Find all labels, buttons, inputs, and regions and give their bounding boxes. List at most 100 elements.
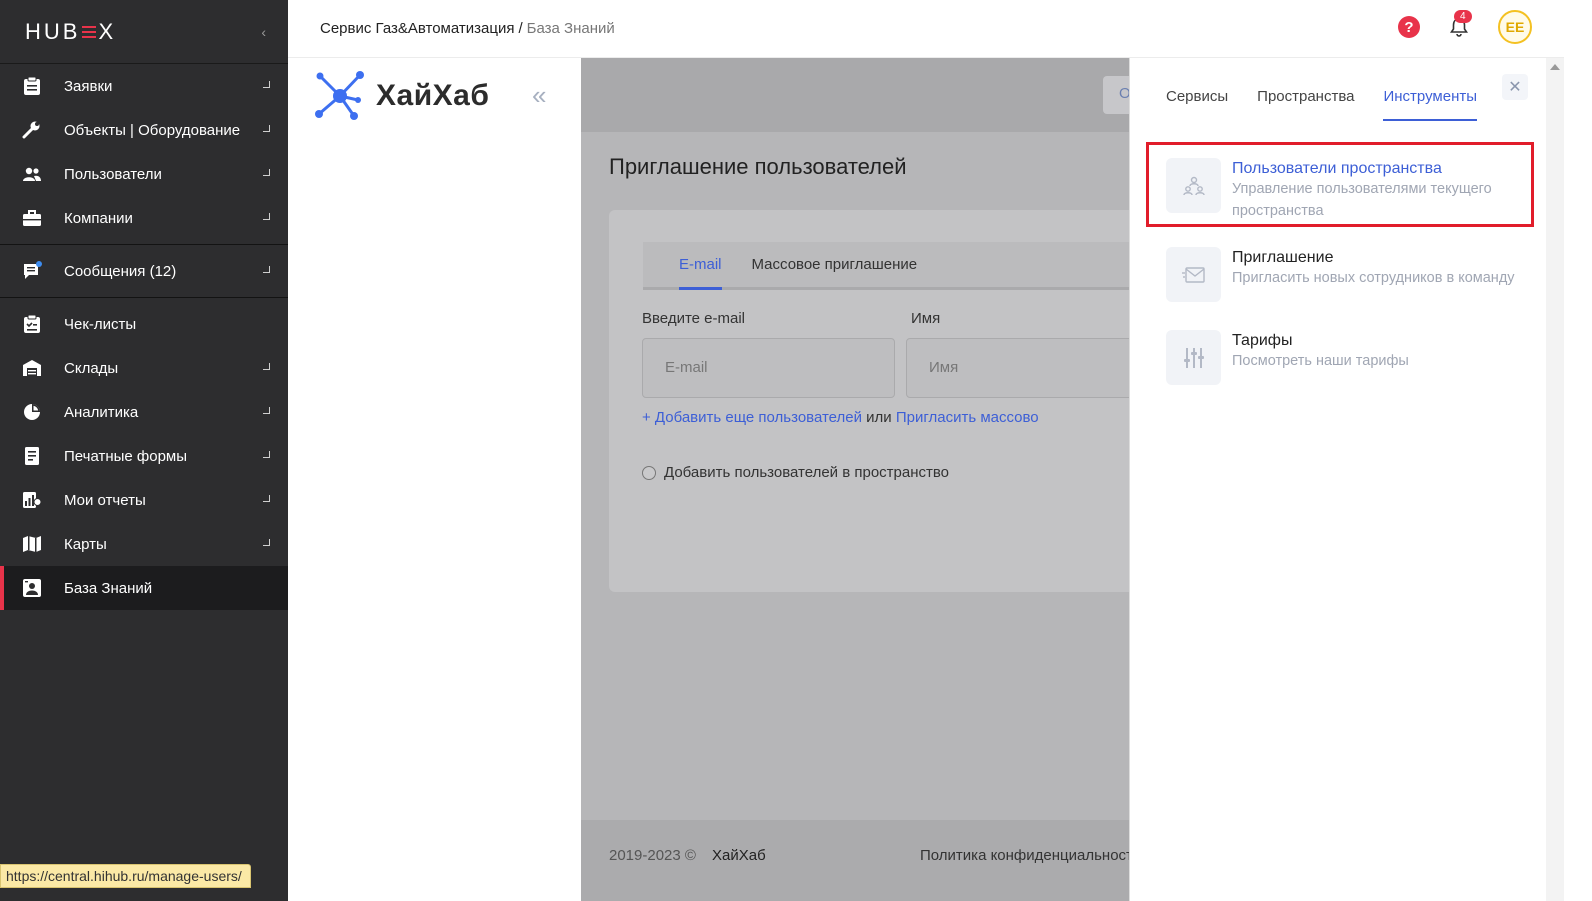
sidebar-item-label: Карты [64,535,107,553]
email-field[interactable]: E-mail [642,338,895,398]
sidebar-item-checklists[interactable]: Чек-листы [0,302,288,346]
double-chevron-left-icon[interactable]: « [532,80,546,111]
tool-name: Приглашение [1232,249,1334,266]
notification-badge: 4 [1454,10,1472,23]
sidebar-item-label: База Знаний [64,579,153,597]
sidebar-item-objects[interactable]: Объекты | Оборудование [0,108,288,152]
main-content: О Приглашение пользователей E-mail Массо… [581,58,1183,901]
breadcrumb-separator: / [518,20,523,37]
top-bar: Сервис Газ&Автоматизация / База Знаний ? 4… [288,0,1564,58]
checkbox-label: Добавить пользователей в пространство [664,464,950,481]
sidebar-item-label: Заявки [64,77,113,95]
breadcrumb: Сервис Газ&Автоматизация / База Знаний [320,20,615,37]
chevron-icon [263,266,270,273]
sidebar-item-label: Мои отчеты [64,491,146,509]
map-icon [22,534,42,554]
hihub-logo-icon [315,71,364,120]
clipboard-icon [22,76,42,96]
invite-links: + Добавить еще пользователей или Приглас… [642,409,1039,426]
drawer-tabs: Сервисы Пространства Инструменты [1166,88,1478,121]
hihub-logo-text: ХайХаб [376,79,490,112]
chevron-icon [263,81,270,88]
sidebar-item-label: Сообщения (12) [64,262,177,280]
tab-tools[interactable]: Инструменты [1383,88,1478,121]
warehouse-icon [22,358,42,378]
sidebar-item-analytics[interactable]: Аналитика [0,390,288,434]
page-title: Приглашение пользователей [609,154,907,179]
sidebar-item-label: Чек-листы [64,315,137,333]
footer-brand[interactable]: ХайХаб [712,847,766,864]
help-icon[interactable]: ? [1398,16,1420,38]
chevron-icon [263,363,270,370]
sliders-icon [1166,330,1221,385]
sidebar-item-warehouses[interactable]: Склады [0,346,288,390]
sidebar-item-my-reports[interactable]: Мои отчеты [0,478,288,522]
knowledge-base-icon [22,578,42,598]
breadcrumb-current: База Знаний [526,20,615,37]
notifications-button[interactable]: 4 [1448,10,1472,38]
scroll-up-icon[interactable] [1550,64,1560,70]
chevron-icon [263,169,270,176]
email-label: Введите e-mail [642,310,746,327]
brand-bar: HUB X ‹ [0,0,288,64]
tool-invitation[interactable]: Приглашение Пригласить новых сотрудников… [1166,247,1522,302]
chevron-icon [263,407,270,414]
sidebar-item-label: Компании [64,209,133,227]
sidebar: HUB X ‹ Заявки Объекты | Оборудование Пол… [0,0,288,901]
window-edge [1564,0,1592,901]
sidebar-item-label: Печатные формы [64,447,188,465]
tool-tariffs[interactable]: Тарифы Посмотреть наши тарифы [1166,330,1522,385]
sidebar-item-requests[interactable]: Заявки [0,64,288,108]
tool-description: Посмотреть наши тарифы [1232,353,1409,369]
sidebar-item-companies[interactable]: Компании [0,196,288,240]
tool-name: Тарифы [1232,332,1293,349]
sidebar-item-label: Объекты | Оборудование [64,121,241,139]
or-text: или [866,409,892,426]
chevron-icon [263,213,270,220]
tab-mass-invite[interactable]: Массовое приглашение [752,242,918,290]
invite-mass-link[interactable]: Пригласить массово [896,409,1039,426]
breadcrumb-root[interactable]: Сервис Газ&Автоматизация [320,20,514,37]
sidebar-item-knowledge-base[interactable]: База Знаний [0,566,288,610]
envelope-icon [1166,247,1221,302]
sidebar-item-maps[interactable]: Карты [0,522,288,566]
invite-tabs: E-mail Массовое приглашение [643,242,1183,290]
tab-services[interactable]: Сервисы [1166,88,1228,121]
checkbox-circle[interactable] [642,465,656,480]
tab-spaces[interactable]: Пространства [1257,88,1354,121]
tools-drawer: Сервисы Пространства Инструменты ✕ Польз… [1129,58,1546,901]
page-footer: 2019-2023 © ХайХаб Политика конфиденциал… [581,820,1133,901]
scrollbar[interactable] [1546,58,1564,901]
chevron-icon [263,539,270,546]
status-url-tooltip: https://central.hihub.ru/manage-users/ [0,864,251,888]
sidebar-item-print-forms[interactable]: Печатные формы [0,434,288,478]
footer-privacy-link[interactable]: Политика конфиденциальност [920,847,1133,864]
content-band [581,58,1129,132]
hihub-logo[interactable]: ХайХаб [314,70,489,122]
add-to-space-checkbox[interactable]: Добавить пользователей в пространство [642,464,949,481]
sidebar-item-messages[interactable]: Сообщения (12) [0,249,288,293]
close-icon[interactable]: ✕ [1502,74,1528,100]
highlight-box [1146,142,1534,227]
wrench-icon [22,120,42,140]
name-label: Имя [911,310,941,327]
briefcase-icon [22,208,42,228]
sidebar-nav: Заявки Объекты | Оборудование Пользовате… [0,64,288,610]
sidebar-item-label: Склады [64,359,119,377]
sidebar-item-label: Пользователи [64,165,162,183]
tool-description: Пригласить новых сотрудников в команду [1232,270,1515,286]
sidebar-item-label: Аналитика [64,403,139,421]
tab-email[interactable]: E-mail [679,242,722,290]
chat-icon [22,261,42,281]
chevron-icon [263,495,270,502]
header-actions: ? 4 EE [1398,10,1532,44]
avatar[interactable]: EE [1498,10,1532,44]
divider [0,244,288,245]
sidebar-item-users[interactable]: Пользователи [0,152,288,196]
add-more-users-link[interactable]: + Добавить еще пользователей [642,409,862,426]
sidebar-collapse-icon[interactable]: ‹ [261,24,266,40]
users-icon [22,164,42,184]
checklist-icon [22,314,42,334]
invite-card: E-mail Массовое приглашение Введите e-ma… [609,210,1183,592]
hubex-logo[interactable]: HUB X [25,19,116,45]
